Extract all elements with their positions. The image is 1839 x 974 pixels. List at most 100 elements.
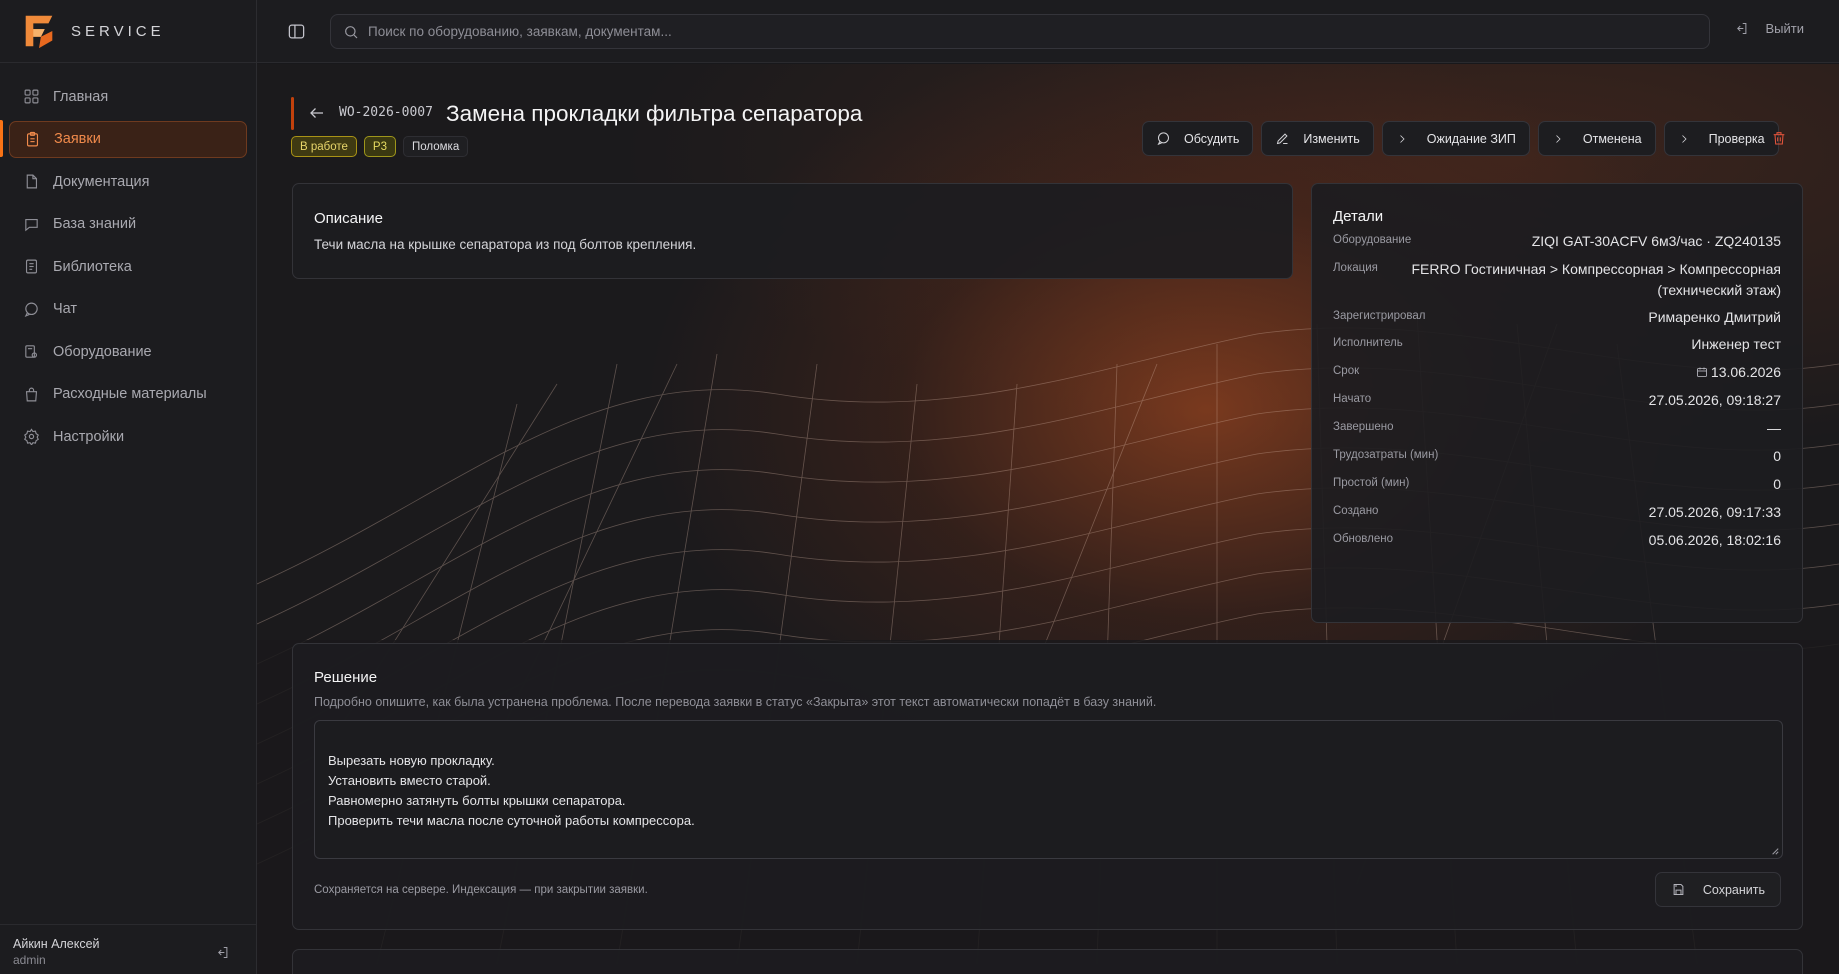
details-card: Детали Оборудование ZIQI GAT-30ACFV 6м3/… xyxy=(1311,183,1803,623)
next-section-card xyxy=(292,949,1803,974)
solution-card: Решение Подробно опишите, как была устра… xyxy=(292,643,1803,930)
detail-row-equipment: Оборудование ZIQI GAT-30ACFV 6м3/час · Z… xyxy=(1333,231,1781,252)
solution-footer: Сохраняется на сервере. Индексация — при… xyxy=(314,872,1781,907)
sidebar-item-label: Расходные материалы xyxy=(53,386,207,402)
detail-value-deadline: 13.06.2026 xyxy=(1696,362,1781,383)
detail-row-downtime: Простой (мин) 0 xyxy=(1333,474,1781,495)
equipment-icon xyxy=(25,345,38,358)
solution-textarea[interactable]: Вырезать новую прокладку. Установить вме… xyxy=(314,720,1783,859)
detail-value: 27.05.2026, 09:17:33 xyxy=(1648,504,1781,520)
detail-value: 0 xyxy=(1773,476,1781,492)
detail-row-updated: Обновлено 05.06.2026, 18:02:16 xyxy=(1333,530,1781,551)
message-icon xyxy=(24,302,38,317)
sidebar-item-home[interactable]: Главная xyxy=(9,78,247,115)
save-button[interactable]: Сохранить xyxy=(1654,872,1781,907)
user-role: admin xyxy=(13,953,46,967)
calendar-icon xyxy=(1697,367,1707,377)
edit-button[interactable]: Изменить xyxy=(1261,121,1374,156)
solution-title: Решение xyxy=(314,669,378,686)
detail-row-location: Локация FERRO Гостиничная > Компрессорна… xyxy=(1333,259,1781,301)
wait-parts-button[interactable]: Ожидание ЗИП xyxy=(1381,121,1530,156)
discuss-button[interactable]: Обсудить xyxy=(1142,121,1254,156)
details-title: Детали xyxy=(1333,208,1384,225)
brand-name: SERVICE xyxy=(71,22,165,40)
sidebar-item-documentation[interactable]: Документация xyxy=(9,163,247,200)
active-indicator xyxy=(0,120,3,157)
sidebar-nav: Главная Заявки Документация База знаний … xyxy=(0,63,256,455)
detail-row-created: Создано 27.05.2026, 09:17:33 xyxy=(1333,502,1781,523)
detail-label: Оборудование xyxy=(1333,234,1412,246)
detail-value: FERRO Гостиничная > Компрессорная > Комп… xyxy=(1411,261,1781,298)
detail-label: Завершено xyxy=(1333,421,1394,433)
detail-value[interactable]: ZIQI GAT-30ACFV 6м3/час · ZQ240135 xyxy=(1532,231,1781,252)
sidebar-item-label: Главная xyxy=(53,88,109,105)
gear-icon xyxy=(24,428,39,445)
search-box[interactable] xyxy=(330,14,1710,49)
action-buttons: Обсудить Изменить Ожидание ЗИП Отменена … xyxy=(1142,121,1779,156)
detail-value: Римаренко Дмитрий xyxy=(1648,309,1781,325)
sidebar-item-label: Чат xyxy=(53,301,78,317)
detail-row-deadline: Срок 13.06.2026 xyxy=(1333,362,1781,383)
user-name: Айкин Алексей xyxy=(13,937,100,951)
logout-button[interactable]: Выйти xyxy=(1734,21,1805,36)
detail-row-registered-by: Зарегистрировал Римаренко Дмитрий xyxy=(1333,307,1781,328)
solution-text: Вырезать новую прокладку. Установить вме… xyxy=(328,753,695,828)
chevron-right-icon xyxy=(1681,134,1687,143)
sidebar-item-label: Заявки xyxy=(54,131,101,147)
dashboard-icon xyxy=(24,89,39,104)
sidebar-item-chat[interactable]: Чат xyxy=(9,291,247,328)
search-icon xyxy=(345,25,358,38)
detail-value: — xyxy=(1767,420,1781,436)
detail-row-finished: Завершено — xyxy=(1333,418,1781,439)
sidebar-item-consumables[interactable]: Расходные материалы xyxy=(9,376,247,413)
page-title: Замена прокладки фильтра сепаратора xyxy=(446,101,863,126)
save-label: Сохранить xyxy=(1702,882,1765,897)
priority-badge: P3 xyxy=(363,136,396,157)
type-badge: Поломка xyxy=(403,136,469,157)
workorder-id: WO-2026-0007 xyxy=(339,105,433,120)
sidebar-item-knowledge-base[interactable]: База знаний xyxy=(9,206,247,243)
badges: В работе P3 Поломка xyxy=(291,136,469,157)
pencil-icon xyxy=(1277,133,1288,145)
logout-icon[interactable] xyxy=(215,945,230,960)
logout-label: Выйти xyxy=(1765,21,1805,36)
detail-label: Простой (мин) xyxy=(1333,477,1410,489)
detail-value: 05.06.2026, 18:02:16 xyxy=(1648,532,1781,548)
detail-row-started: Начато 27.05.2026, 09:18:27 xyxy=(1333,390,1781,411)
cancelled-button[interactable]: Отменена xyxy=(1537,121,1656,156)
book-icon xyxy=(25,259,38,274)
sidebar-item-label: Документация xyxy=(53,173,150,190)
brand-logo-icon xyxy=(25,15,53,49)
discuss-label: Обсудить xyxy=(1184,131,1240,146)
detail-label: Начато xyxy=(1333,393,1372,405)
chevron-right-icon xyxy=(1556,134,1561,143)
message-icon xyxy=(1157,132,1169,146)
description-text: Течи масла на крышке сепаратора из под б… xyxy=(314,237,697,252)
bag-icon xyxy=(25,387,38,401)
sidebar-item-library[interactable]: Библиотека xyxy=(9,248,247,285)
chevron-right-icon xyxy=(1399,134,1405,143)
detail-value: Инженер тест xyxy=(1691,336,1781,352)
cancelled-label: Отменена xyxy=(1582,131,1642,146)
sidebar: SERVICE Главная Заявки Документация База… xyxy=(0,0,257,974)
brand[interactable]: SERVICE xyxy=(0,0,256,63)
search-input[interactable] xyxy=(368,24,1668,39)
solution-note: Сохраняется на сервере. Индексация — при… xyxy=(314,883,648,896)
detail-label: Создано xyxy=(1333,505,1379,517)
detail-label: Срок xyxy=(1333,365,1360,377)
detail-value: 27.05.2026, 09:18:27 xyxy=(1648,392,1781,408)
sidebar-item-requests[interactable]: Заявки xyxy=(9,120,247,158)
review-button[interactable]: Проверка xyxy=(1663,121,1779,156)
trash-icon[interactable] xyxy=(1771,130,1787,146)
sidebar-item-equipment[interactable]: Оборудование xyxy=(9,333,247,370)
resize-grip-icon[interactable] xyxy=(1771,847,1779,855)
sidebar-item-settings[interactable]: Настройки xyxy=(9,418,247,455)
wait-parts-label: Ожидание ЗИП xyxy=(1426,131,1516,146)
back-arrow-icon[interactable] xyxy=(308,104,326,122)
description-title: Описание xyxy=(314,210,384,227)
chat-bubble-icon xyxy=(25,218,38,231)
user-profile[interactable]: Айкин Алексей admin xyxy=(0,924,256,974)
clipboard-icon xyxy=(26,131,39,146)
sidebar-toggle-icon[interactable] xyxy=(287,22,306,41)
detail-row-assignee: Исполнитель Инженер тест xyxy=(1333,334,1781,355)
